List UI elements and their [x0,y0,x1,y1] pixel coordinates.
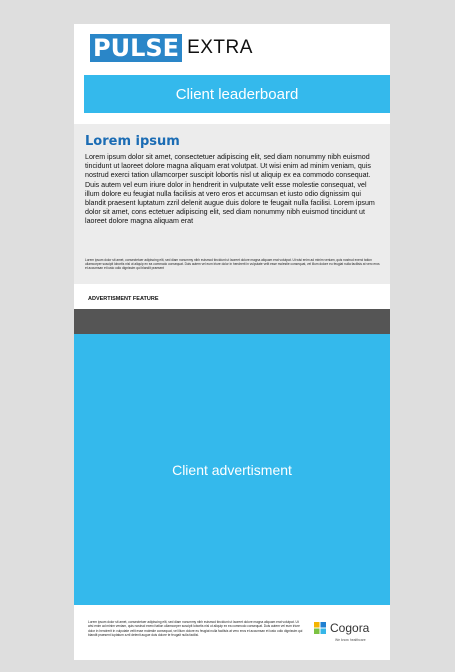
newsletter-page: PULSE EXTRA Client leaderboard Lorem ips… [74,24,390,660]
article-section: Lorem ipsum Lorem ipsum dolor sit amet, … [74,124,390,284]
article-body: Lorem ipsum dolor sit amet, consectetuer… [85,153,375,226]
cogora-brand-name: Cogora [330,621,370,635]
advert-header-band [74,309,390,334]
client-advertisment[interactable]: Client advertisment [74,334,390,605]
header: PULSE EXTRA [74,24,390,75]
pulse-extra-logo[interactable]: PULSE EXTRA [90,34,253,62]
article-small-print: Lorem ipsum dolor sit amet, consectetuer… [85,258,380,271]
leaderboard-label: Client leaderboard [175,85,299,103]
cogora-tagline: We know healthcare [335,638,366,642]
cogora-squares-icon [314,622,326,634]
advertisment-label: Client advertisment [172,461,292,478]
footer-text: Lorem ipsum dolor sit amet, consectetuer… [88,620,303,638]
cogora-logo[interactable]: Cogora We know healthcare [314,621,384,651]
logo-main: PULSE [90,34,183,62]
client-leaderboard-banner[interactable]: Client leaderboard [84,75,390,113]
advertisment-feature-label: ADVERTISMENT FEATURE [88,296,159,302]
article-title[interactable]: Lorem ipsum [85,134,180,149]
logo-extra: EXTRA [187,37,253,58]
